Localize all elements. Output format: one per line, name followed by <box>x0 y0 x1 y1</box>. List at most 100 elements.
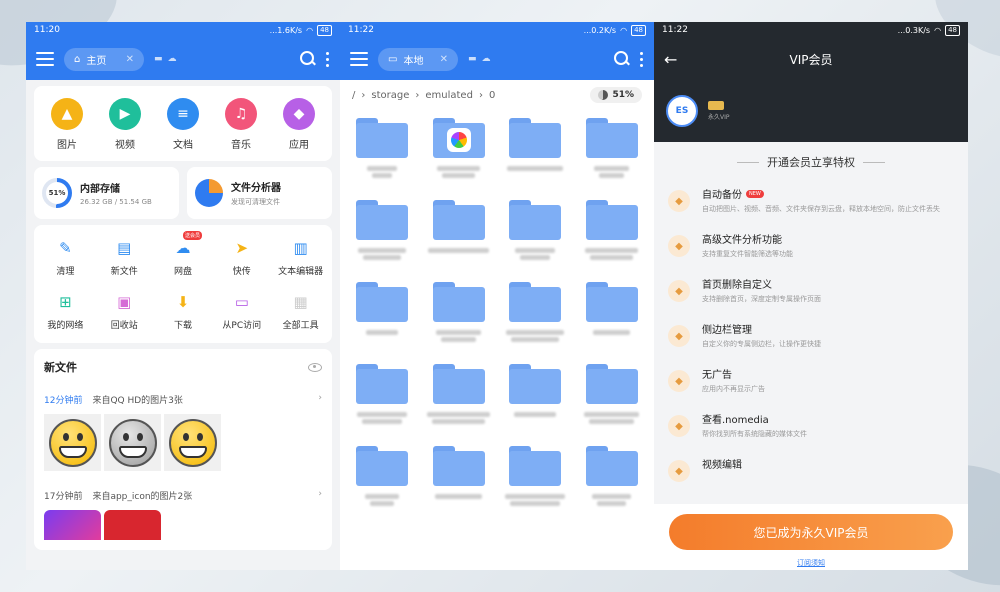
vip-status-button[interactable]: 您已成为永久VIP会员 <box>669 514 953 550</box>
window-icons[interactable]: ▬ ☁ <box>154 54 177 64</box>
category-videos[interactable]: ▶ 视频 <box>109 98 141 151</box>
tools-grid: ✎ 清理 ▤ 新文件 ☁ 送会员 网盘 ➤ 快传 ▥ 文本编辑器 ⊞ 我的网络 ▣ 回收站 ⬇ 下载 ▭ 从PC访问… <box>34 225 332 343</box>
perk-description: 自定义你的专属侧边栏，让操作更快捷 <box>702 340 821 348</box>
folder-item[interactable] <box>574 446 651 506</box>
perk-description: 支持删除首页，深度定制专属操作页面 <box>702 295 821 303</box>
tab-home[interactable]: ⌂ 主页 ✕ <box>64 47 144 71</box>
blurred-folder-name <box>358 248 407 260</box>
app-icon-thumbnail[interactable] <box>104 510 161 540</box>
tool-send[interactable]: ➤ 快传 <box>212 237 271 277</box>
perk-title: 无广告 <box>702 370 732 381</box>
category-apps[interactable]: ◆ 应用 <box>283 98 315 151</box>
folder-icon <box>356 200 409 240</box>
tool-broom[interactable]: ✎ 清理 <box>36 237 95 277</box>
network-speed: ...0.2K/s <box>583 25 617 35</box>
tool-cloud-drive[interactable]: ☁ 送会员 网盘 <box>154 231 213 277</box>
tool-all-tools[interactable]: ▦ 全部工具 <box>271 291 330 331</box>
category-documents[interactable]: ≡ 文档 <box>167 98 199 151</box>
privilege-title-text: 开通会员立享特权 <box>767 156 855 169</box>
folder-item[interactable] <box>344 364 421 424</box>
category-music[interactable]: ♫ 音乐 <box>225 98 257 151</box>
tool-network[interactable]: ⊞ 我的网络 <box>36 291 95 331</box>
tool-text-editor[interactable]: ▥ 文本编辑器 <box>271 237 330 277</box>
search-icon[interactable] <box>614 51 630 67</box>
folder-item[interactable] <box>574 364 651 424</box>
folder-icon <box>432 446 485 486</box>
search-icon[interactable] <box>300 51 316 67</box>
perk-description: 应用内不再显示广告 <box>702 385 765 393</box>
more-options-icon[interactable] <box>326 51 330 67</box>
pc-access-icon: ▭ <box>234 293 249 311</box>
subscription-terms-link[interactable]: 订阅须知 <box>797 558 825 568</box>
breadcrumb-storage[interactable]: storage <box>371 90 409 101</box>
app-icon-thumbnail[interactable] <box>44 510 101 540</box>
folder-grid <box>340 110 654 514</box>
file-analyzer-card[interactable]: 文件分析器 发现可清理文件 <box>187 167 332 219</box>
storage-usage-badge[interactable]: 51% <box>590 87 642 103</box>
folder-item[interactable] <box>421 446 498 506</box>
folder-item[interactable] <box>421 118 498 178</box>
tab-local[interactable]: ▭ 本地 ✕ <box>378 47 458 71</box>
image-thumbnail[interactable] <box>164 414 221 471</box>
folder-item[interactable] <box>344 282 421 342</box>
app-bar: ▭ 本地 ✕ ▬ ☁ <box>340 38 654 80</box>
breadcrumb-root[interactable]: / <box>352 90 355 101</box>
status-bar: 11:20 ...1.6K/s ◠ 48 <box>26 22 340 38</box>
folder-item[interactable] <box>497 364 574 424</box>
folder-icon <box>356 282 409 322</box>
pie-chart-icon <box>195 179 223 207</box>
new-files-group[interactable]: 12分钟前 来自QQ HD的图片3张 › <box>44 393 322 471</box>
vip-crown-icon <box>708 101 724 110</box>
menu-icon[interactable] <box>350 52 368 66</box>
analyzer-title: 文件分析器 <box>231 183 281 194</box>
folder-item[interactable] <box>344 200 421 260</box>
image-thumbnail[interactable] <box>104 414 161 471</box>
send-icon: ➤ <box>235 239 249 257</box>
image-thumbnail[interactable] <box>44 414 101 471</box>
folder-icon <box>432 282 485 322</box>
perk-description: 支持重复文件智能筛选等功能 <box>702 250 793 258</box>
eye-icon[interactable] <box>308 362 322 372</box>
folder-item[interactable] <box>497 446 574 506</box>
folder-icon <box>585 446 638 486</box>
menu-icon[interactable] <box>36 52 54 66</box>
folder-item[interactable] <box>497 118 574 178</box>
folder-item[interactable] <box>421 200 498 260</box>
tool-label: 全部工具 <box>282 321 319 331</box>
folder-item[interactable] <box>574 282 651 342</box>
window-icons[interactable]: ▬ ☁ <box>468 54 491 64</box>
folder-item[interactable] <box>421 282 498 342</box>
internal-storage-card[interactable]: 51% 内部存储 26.32 GB / 51.54 GB <box>34 167 179 219</box>
close-tab-icon[interactable]: ✕ <box>126 54 134 65</box>
folder-item[interactable] <box>574 118 651 178</box>
category-images[interactable]: ▲ 图片 <box>51 98 83 151</box>
tool-download[interactable]: ⬇ 下载 <box>154 291 213 331</box>
app-badge-icon <box>446 128 471 152</box>
breadcrumb-emulated[interactable]: emulated <box>425 90 473 101</box>
cloud-drive-icon: ☁ <box>175 239 191 257</box>
sidebar-icon: ◆ <box>668 325 690 347</box>
breadcrumb-current[interactable]: 0 <box>489 90 495 101</box>
new-files-group[interactable]: 17分钟前 来自app_icon的图片2张 › <box>44 489 322 540</box>
folder-item[interactable] <box>497 282 574 342</box>
network-speed: ...1.6K/s <box>269 25 303 35</box>
vip-header: ← VIP会员 ES 永久VIP <box>654 38 968 142</box>
folder-item[interactable] <box>344 118 421 178</box>
document-icon: ≡ <box>167 98 199 130</box>
folder-item[interactable] <box>574 200 651 260</box>
folder-item[interactable] <box>497 200 574 260</box>
battery-icon: 48 <box>631 24 646 36</box>
folder-item[interactable] <box>344 446 421 506</box>
tool-trash[interactable]: ▣ 回收站 <box>95 291 154 331</box>
blurred-folder-name <box>593 330 631 335</box>
folder-icon <box>509 282 562 322</box>
tool-label: 下载 <box>173 321 192 331</box>
storage-title: 内部存储 <box>80 184 120 195</box>
folder-item[interactable] <box>421 364 498 424</box>
more-options-icon[interactable] <box>640 51 644 67</box>
tool-pc-access[interactable]: ▭ 从PC访问 <box>212 291 271 331</box>
close-tab-icon[interactable]: ✕ <box>440 54 448 65</box>
tool-new-file[interactable]: ▤ 新文件 <box>95 237 154 277</box>
storage-ring: 51% <box>42 178 72 208</box>
avatar[interactable]: ES <box>666 95 698 127</box>
